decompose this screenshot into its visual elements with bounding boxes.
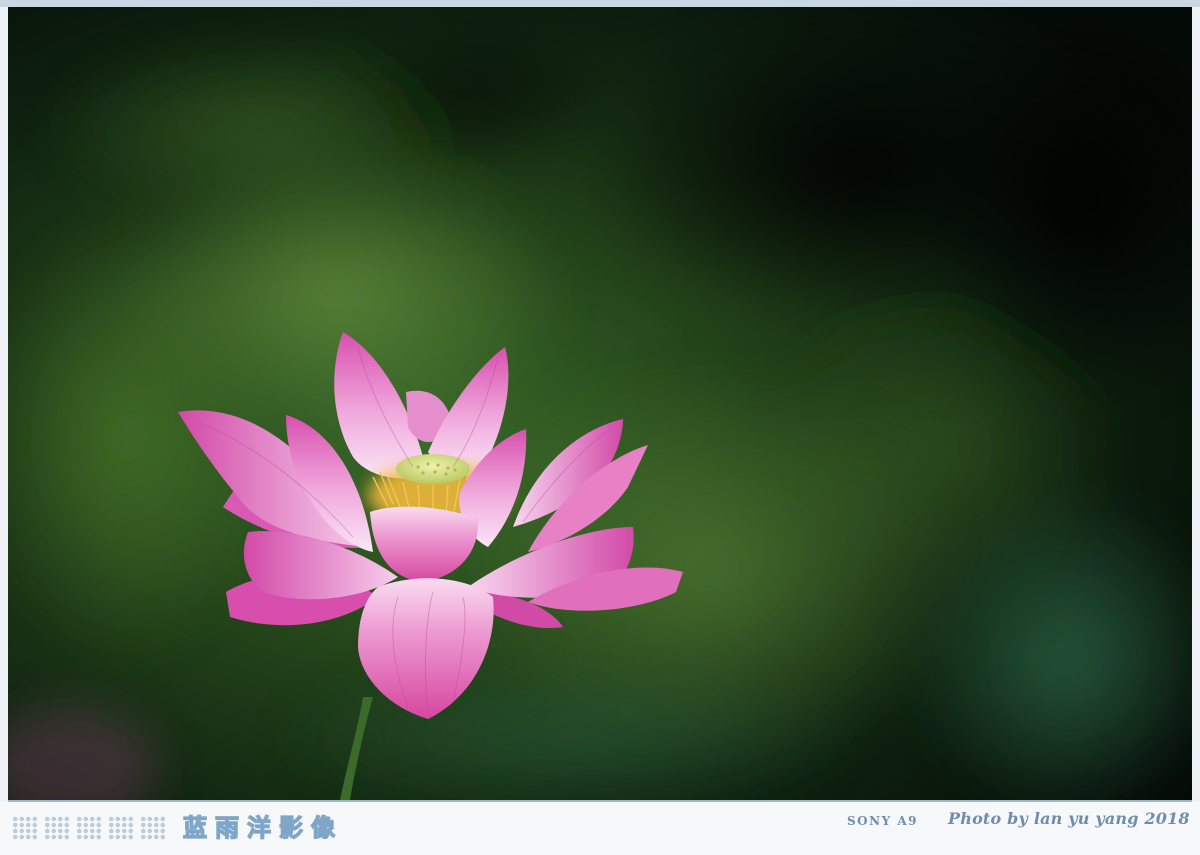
dot-block (12, 816, 38, 840)
lotus-flower-image (8, 7, 1192, 800)
top-border (0, 0, 1200, 7)
photo-frame: 蓝雨洋影像 SONY A9 Photo by lan yu yang 2018 (0, 0, 1200, 855)
watermark-footer: 蓝雨洋影像 SONY A9 Photo by lan yu yang 2018 (0, 802, 1200, 855)
right-border (1192, 7, 1200, 802)
camera-model: SONY A9 (847, 814, 918, 828)
dot-block (76, 816, 102, 840)
dot-pattern-decoration (12, 816, 166, 840)
brand-watermark: 蓝雨洋影像 (182, 813, 343, 842)
dot-block (108, 816, 134, 840)
photo-credit: Photo by lan yu yang 2018 (948, 809, 1190, 828)
dot-block (44, 816, 70, 840)
lotus-photo (8, 7, 1192, 802)
left-border (0, 7, 8, 802)
seed-pod (396, 454, 470, 484)
dot-block (140, 816, 166, 840)
